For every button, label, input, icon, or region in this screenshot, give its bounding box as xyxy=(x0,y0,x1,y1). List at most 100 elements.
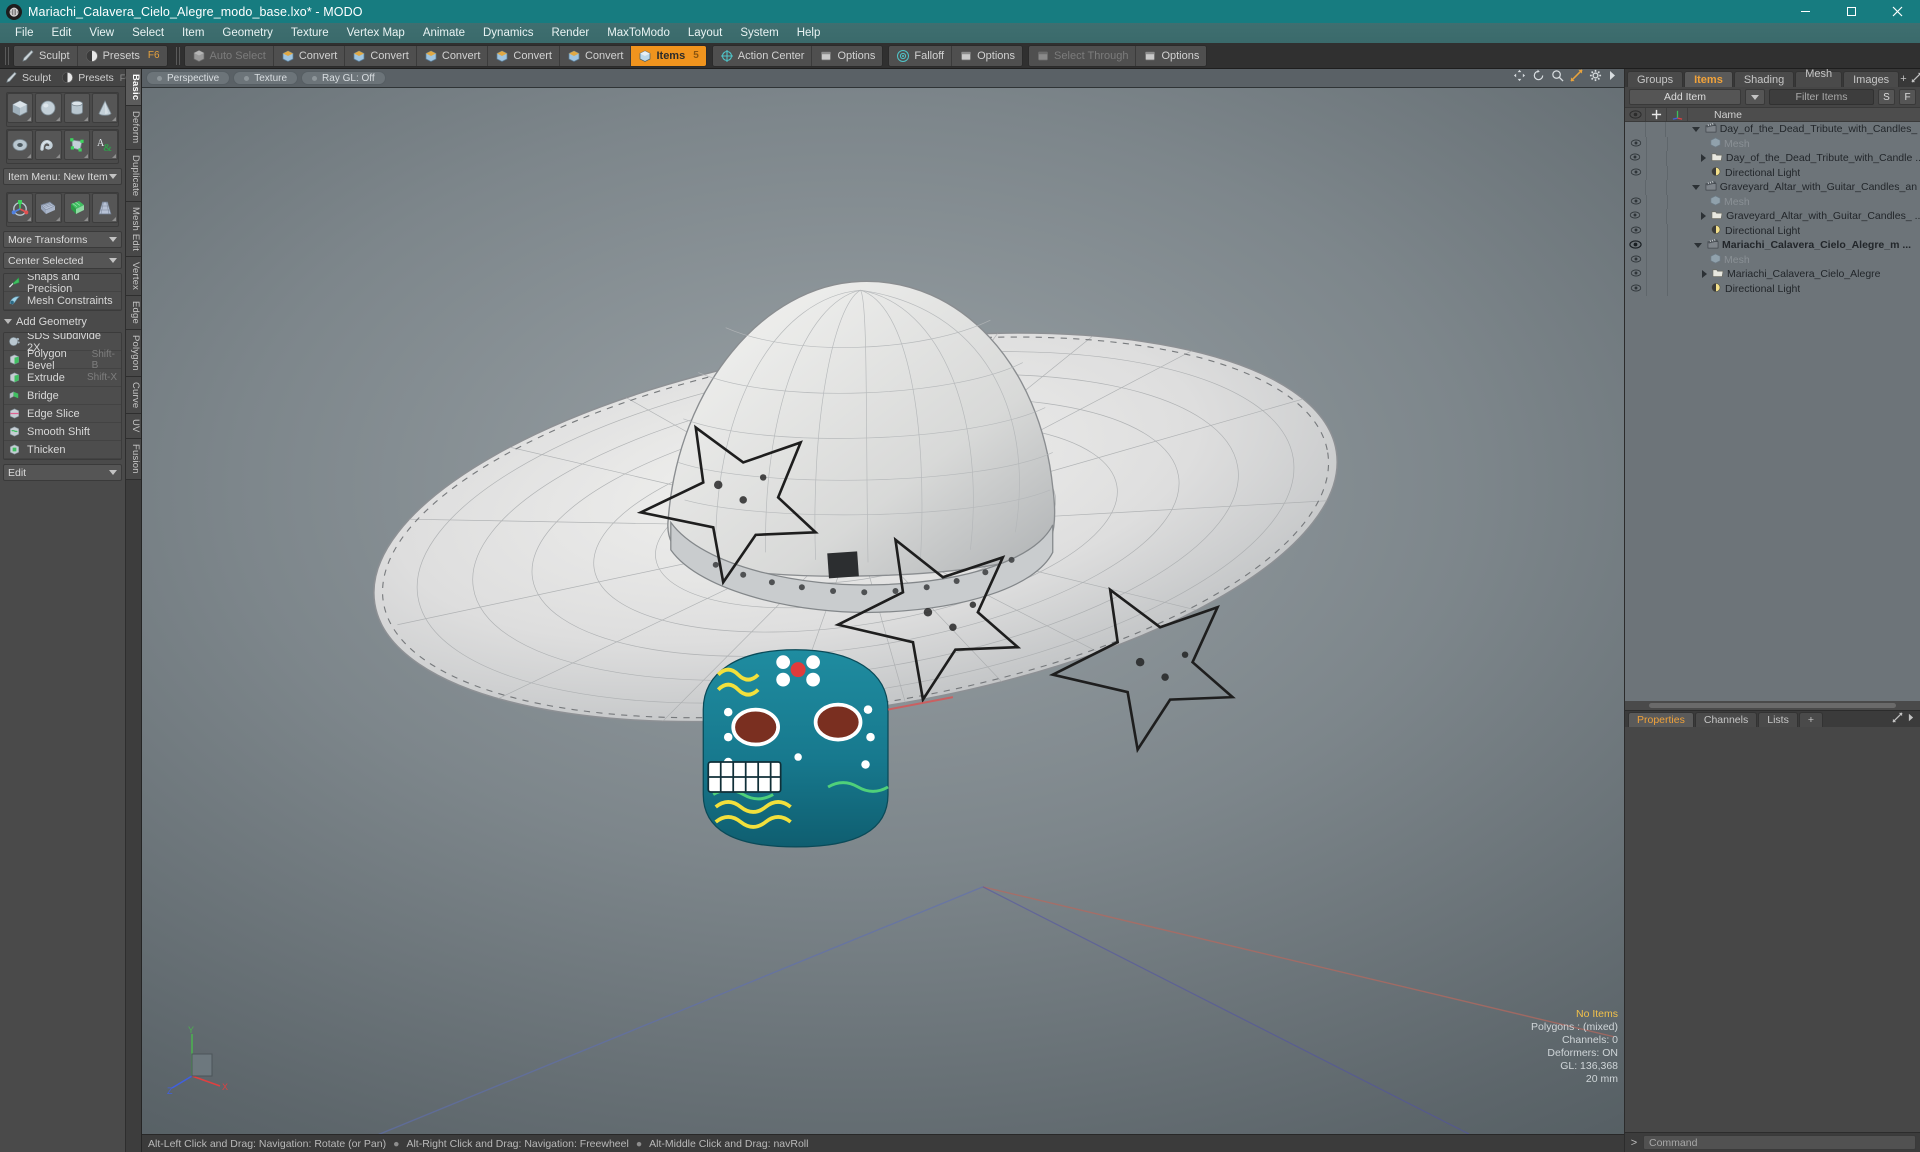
items-tree[interactable]: Day_of_the_Dead_Tribute_with_Candles_ ..… xyxy=(1625,122,1920,701)
tab-polygon[interactable]: Polygon xyxy=(126,330,141,378)
menu-texture[interactable]: Texture xyxy=(282,25,338,41)
add-tab-icon[interactable]: + xyxy=(1900,73,1906,85)
row-visibility-toggle[interactable] xyxy=(1625,226,1646,236)
toolbar-grip-2[interactable] xyxy=(175,46,181,65)
tab-duplicate[interactable]: Duplicate xyxy=(126,149,141,203)
row-axis-cell[interactable] xyxy=(1667,223,1688,238)
menu-view[interactable]: View xyxy=(80,25,123,41)
item-menu-dropdown[interactable]: Item Menu: New Item xyxy=(3,168,122,185)
menu-layout[interactable]: Layout xyxy=(679,25,732,41)
more-transforms-dropdown[interactable]: More Transforms xyxy=(3,231,122,248)
menu-maxtomodo[interactable]: MaxToModo xyxy=(598,25,679,41)
taper-mesh-icon[interactable] xyxy=(91,193,118,223)
polygon-bevel-button[interactable]: Polygon Bevel Shift-B xyxy=(4,348,121,372)
toolbar-grip[interactable] xyxy=(5,46,10,65)
cylinder-primitive-icon[interactable] xyxy=(63,93,90,123)
left-presets-button[interactable]: Presets F6 xyxy=(56,69,135,86)
chevron-down-icon[interactable] xyxy=(1694,242,1702,248)
table-row[interactable]: Day_of_the_Dead_Tribute_with_Candle ... xyxy=(1625,151,1920,166)
convert-button-5[interactable]: Convert xyxy=(559,45,632,66)
filter-f-button[interactable]: F xyxy=(1899,89,1916,105)
table-row[interactable]: Day_of_the_Dead_Tribute_with_Candles_ ..… xyxy=(1625,122,1920,137)
row-axis-cell[interactable] xyxy=(1667,238,1688,253)
row-axis-cell[interactable] xyxy=(1665,180,1686,195)
tab-groups[interactable]: Groups xyxy=(1627,71,1684,87)
zoom-magnifier-icon[interactable] xyxy=(1551,69,1564,87)
action-center-options-button[interactable]: Options xyxy=(812,45,883,66)
row-visibility-toggle[interactable] xyxy=(1625,197,1646,207)
edit-dropdown[interactable]: Edit xyxy=(3,464,122,481)
checker-mesh-icon[interactable] xyxy=(63,193,90,223)
chevron-right-icon[interactable] xyxy=(1701,212,1707,221)
menu-help[interactable]: Help xyxy=(788,25,830,41)
command-input[interactable]: Command xyxy=(1643,1135,1916,1150)
row-axis-cell[interactable] xyxy=(1667,252,1688,267)
torus-primitive-icon[interactable] xyxy=(7,130,34,160)
falloff-options-button[interactable]: Options xyxy=(952,45,1023,66)
row-axis-cell[interactable] xyxy=(1666,151,1687,166)
viewport-view-mode-button[interactable]: Perspective xyxy=(146,71,231,85)
close-icon[interactable] xyxy=(1874,0,1920,23)
menu-system[interactable]: System xyxy=(731,25,787,41)
tab-mesh-edit[interactable]: Mesh Edit xyxy=(126,202,141,258)
row-lock-cell[interactable] xyxy=(1646,238,1667,253)
cube-primitive-icon[interactable] xyxy=(7,93,34,123)
row-lock-cell[interactable] xyxy=(1645,209,1667,224)
row-axis-cell[interactable] xyxy=(1667,194,1688,209)
gear-icon[interactable] xyxy=(1589,69,1602,87)
filter-items-input[interactable]: Filter Items xyxy=(1769,89,1874,105)
row-visibility-toggle[interactable] xyxy=(1625,168,1646,178)
row-visibility-toggle[interactable] xyxy=(1625,240,1646,251)
lock-icon[interactable] xyxy=(1646,108,1667,121)
row-lock-cell[interactable] xyxy=(1645,122,1665,137)
tab-deform[interactable]: Deform xyxy=(126,106,141,150)
edge-slice-button[interactable]: Edge Slice xyxy=(4,405,121,423)
menu-vertex-map[interactable]: Vertex Map xyxy=(338,25,414,41)
cone-primitive-icon[interactable] xyxy=(91,93,118,123)
expand-icon[interactable] xyxy=(1892,712,1903,726)
viewport-raygl-button[interactable]: Ray GL: Off xyxy=(301,71,386,85)
scrollbar-thumb[interactable] xyxy=(1648,703,1897,708)
table-row[interactable]: Mariachi_Calavera_Cielo_Alegre_m ... xyxy=(1625,238,1920,253)
convert-button-4[interactable]: Convert xyxy=(488,45,560,66)
row-lock-cell[interactable] xyxy=(1645,151,1667,166)
tab-channels[interactable]: Channels xyxy=(1694,712,1758,727)
transform-gizmo-icon[interactable] xyxy=(7,193,34,223)
add-geometry-header[interactable]: Add Geometry xyxy=(0,313,125,330)
row-visibility-toggle[interactable] xyxy=(1625,255,1646,265)
left-sculpt-button[interactable]: Sculpt xyxy=(0,69,56,86)
row-lock-cell[interactable] xyxy=(1645,180,1665,195)
row-visibility-toggle[interactable] xyxy=(1625,284,1646,294)
rotate-icon[interactable] xyxy=(1532,69,1545,87)
tab-mesh[interactable]: Mesh ... xyxy=(1795,68,1843,92)
tab-items[interactable]: Items xyxy=(1684,71,1733,87)
smooth-shift-button[interactable]: Smooth Shift xyxy=(4,423,121,441)
table-row[interactable]: Directional Light xyxy=(1625,165,1920,180)
convert-button-2[interactable]: Convert xyxy=(345,45,417,66)
chevron-down-icon[interactable] xyxy=(1691,126,1700,132)
chevron-right-icon[interactable] xyxy=(1907,712,1915,726)
row-axis-cell[interactable] xyxy=(1665,122,1685,137)
action-center-button[interactable]: Action Center xyxy=(712,45,813,66)
chevron-right-icon[interactable] xyxy=(1702,270,1707,279)
chevron-right-icon[interactable] xyxy=(1700,154,1706,163)
tab-vertex[interactable]: Vertex xyxy=(126,257,141,297)
tab-fusion[interactable]: Fusion xyxy=(126,439,141,480)
grid-mesh-icon[interactable] xyxy=(35,193,62,223)
polygon-primitive-icon[interactable] xyxy=(63,130,90,160)
chevron-right-icon[interactable] xyxy=(1608,69,1617,87)
menu-edit[interactable]: Edit xyxy=(43,25,81,41)
pan-icon[interactable] xyxy=(1513,69,1526,87)
menu-animate[interactable]: Animate xyxy=(414,25,474,41)
text-primitive-icon[interactable]: A & xyxy=(91,130,118,160)
menu-geometry[interactable]: Geometry xyxy=(213,25,282,41)
menu-item[interactable]: Item xyxy=(173,25,213,41)
center-selected-dropdown[interactable]: Center Selected xyxy=(3,252,122,269)
tab-shading[interactable]: Shading xyxy=(1733,71,1795,87)
expand-icon[interactable] xyxy=(1911,72,1920,86)
row-visibility-toggle[interactable] xyxy=(1625,211,1646,221)
items-mode-button[interactable]: Items 5 xyxy=(631,45,706,66)
row-visibility-toggle[interactable] xyxy=(1625,139,1646,149)
maximize-icon[interactable] xyxy=(1828,0,1874,23)
tab-images[interactable]: Images xyxy=(1843,71,1900,87)
